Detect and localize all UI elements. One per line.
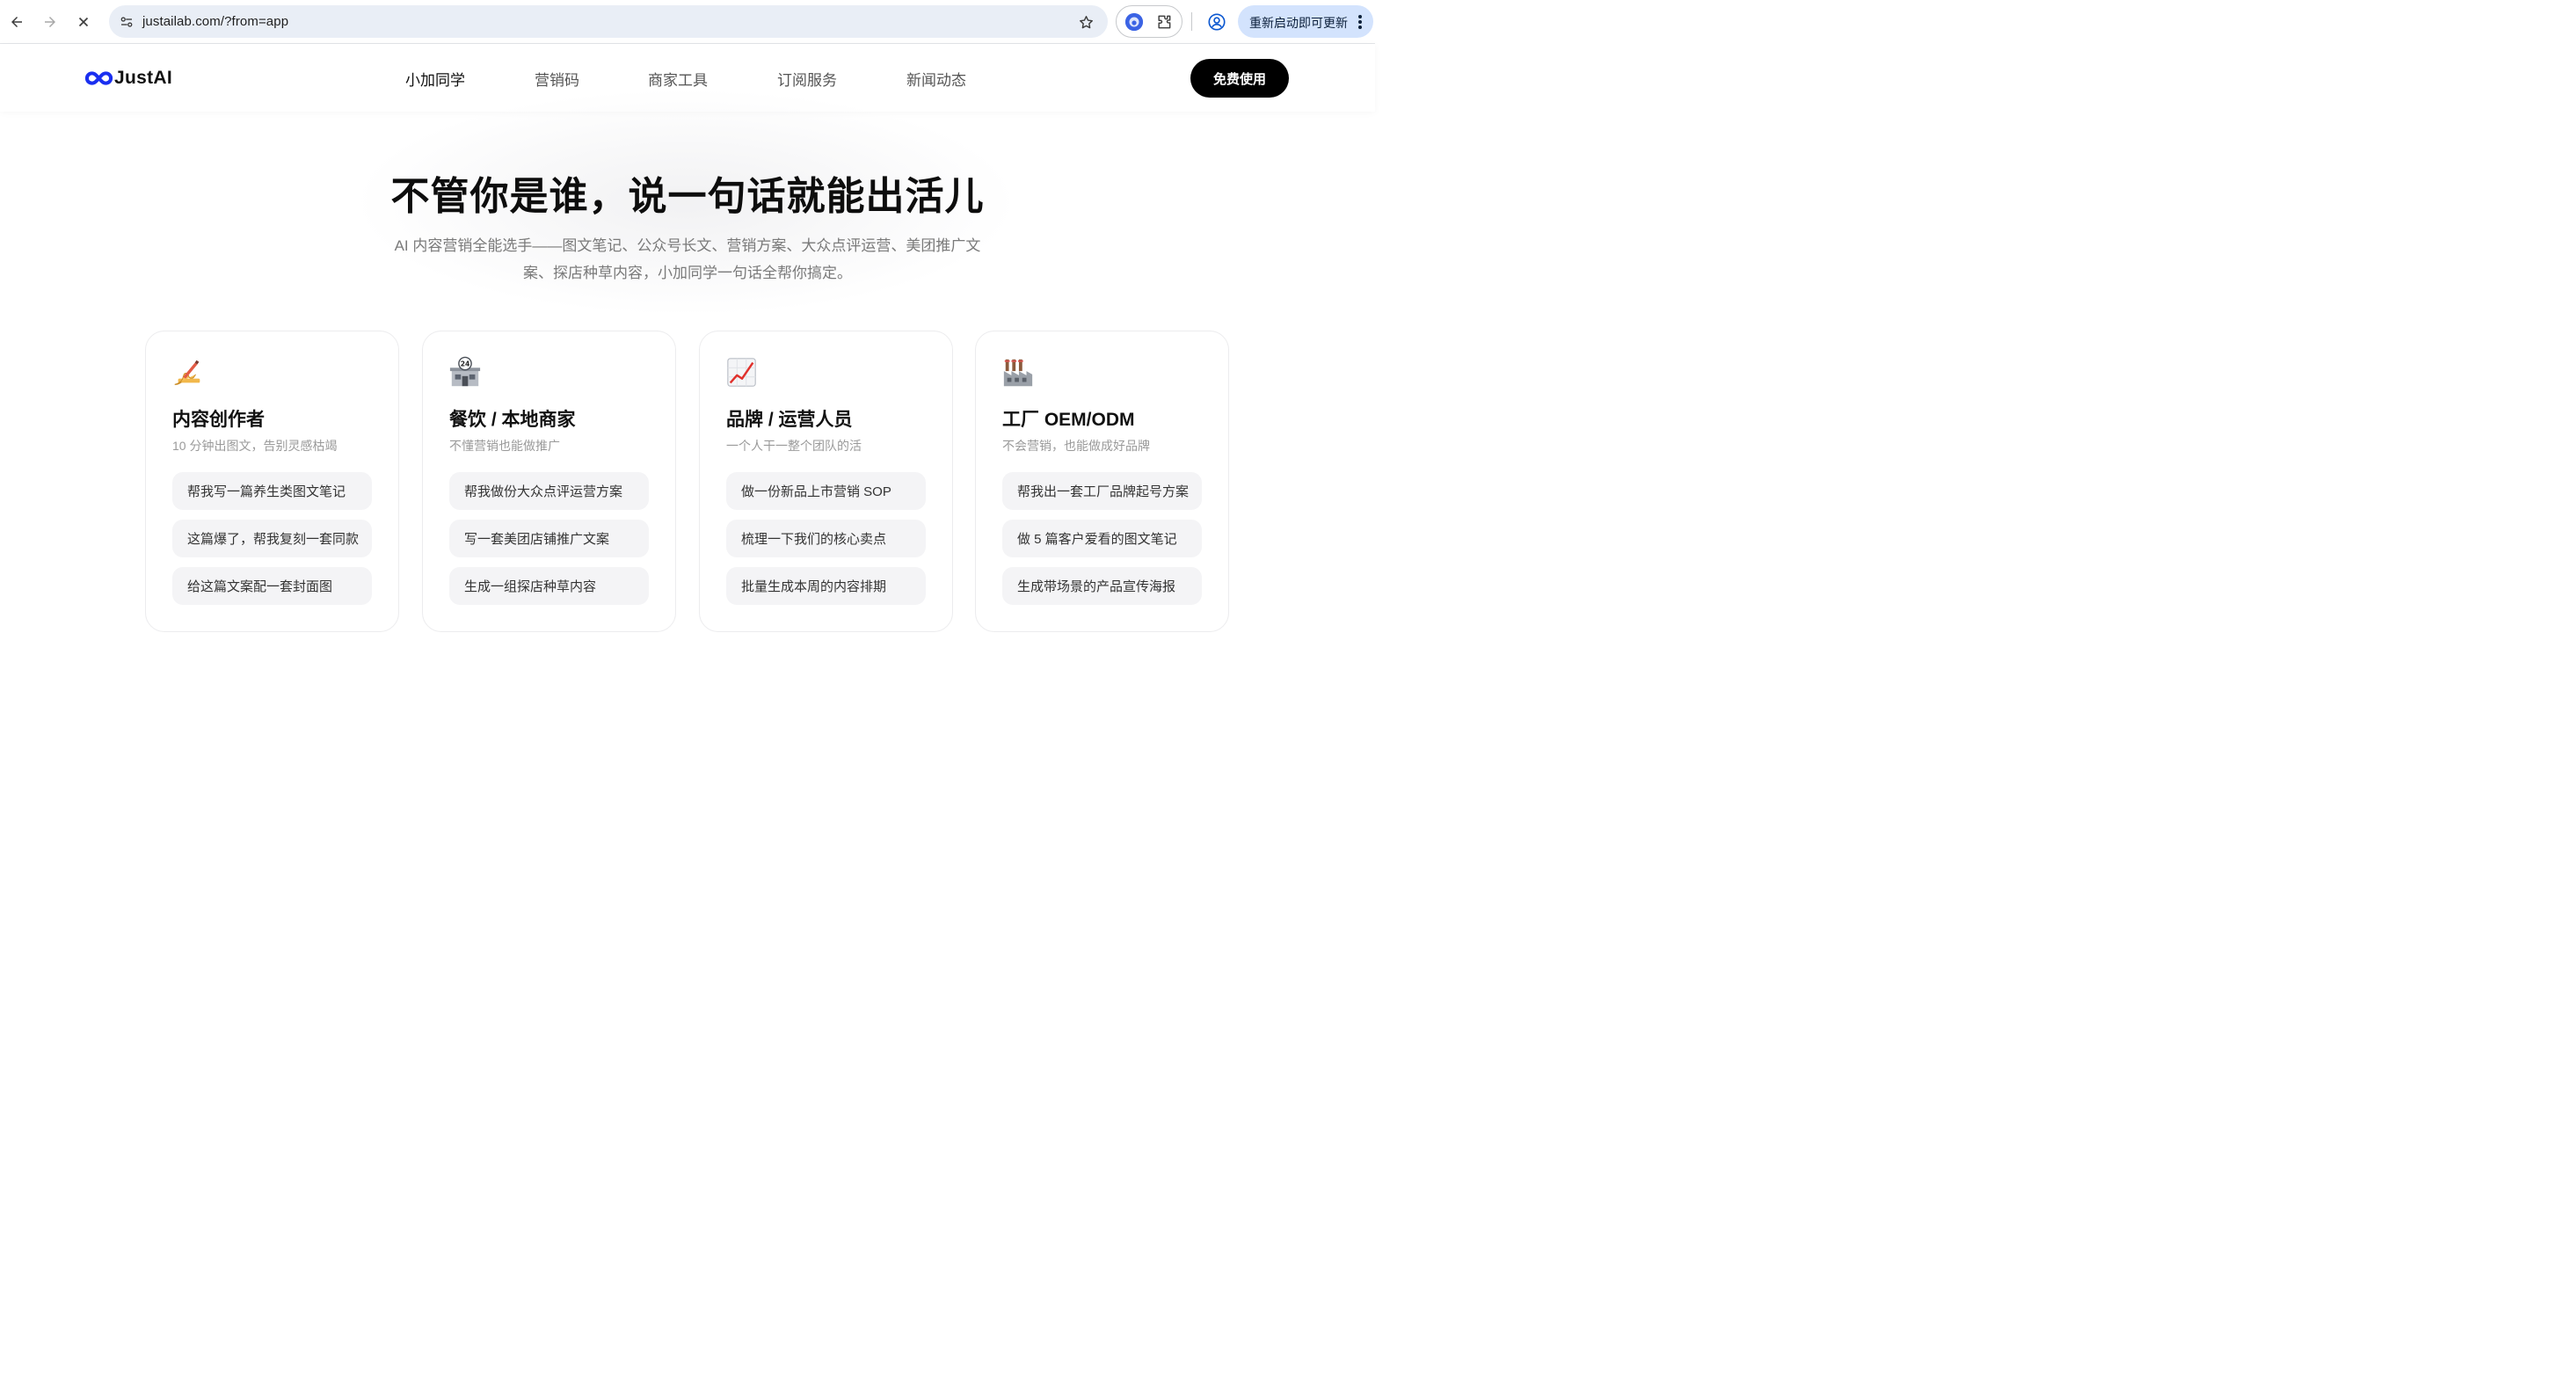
url-text[interactable]: justailab.com/?from=app [142,14,288,29]
nav-merchant-tools[interactable]: 商家工具 [648,68,708,90]
prompt-chip[interactable]: 帮我出一套工厂品牌起号方案 [1002,472,1202,510]
extensions-menu-button[interactable] [1155,13,1173,31]
card-description: 一个人干一整个团队的活 [726,439,862,453]
prompt-chip[interactable]: 写一套美团店铺推广文案 [449,520,649,557]
card-title: 工厂 OEM/ODM [1002,410,1135,430]
hero-title: 不管你是谁，说一句话就能出活儿 [390,175,985,218]
site-info-icon [120,17,133,27]
update-chrome-button[interactable]: 重新启动即可更新 [1238,5,1373,38]
card-title: 内容创作者 [172,410,265,430]
back-button[interactable] [5,11,28,33]
audience-card-brand-ops: 品牌 / 运营人员 一个人干一整个团队的活 做一份新品上市营销 SOP 梳理一下… [699,331,953,632]
nav-marketing-code[interactable]: 营销码 [535,68,579,90]
prompt-chip[interactable]: 给这篇文案配一套封面图 [172,567,372,605]
prompt-chip[interactable]: 帮我做份大众点评运营方案 [449,472,649,510]
factory-icon [1003,359,1033,387]
svg-text:24: 24 [461,360,470,367]
free-use-button[interactable]: 免费使用 [1190,59,1289,98]
audience-card-factory: 工厂 OEM/ODM 不会营销，也能做成好品牌 帮我出一套工厂品牌起号方案 做 … [975,331,1229,632]
bookmark-button[interactable] [1076,12,1095,32]
extensions-group [1116,5,1182,38]
back-arrow-icon [11,17,22,27]
card-title: 品牌 / 运营人员 [726,410,853,430]
prompt-chip[interactable]: 做 5 篇客户爱看的图文笔记 [1002,520,1202,557]
card-title: 餐饮 / 本地商家 [449,410,576,430]
hero-subtitle-line2: 案、探店种草内容，小加同学一句话全帮你搞定。 [523,265,852,281]
card-description: 不懂营销也能做推广 [449,439,560,453]
prompt-chip[interactable]: 生成一组探店种草内容 [449,567,649,605]
audience-card-creator: 内容创作者 10 分钟出图文，告别灵感枯竭 帮我写一篇养生类图文笔记 这篇爆了，… [145,331,399,632]
convenience-store-icon: 24 [449,356,481,387]
prompt-chip[interactable]: 梳理一下我们的核心卖点 [726,520,926,557]
forward-arrow-icon [45,17,55,27]
writing-hand-icon [174,360,200,385]
prompt-chip[interactable]: 做一份新品上市营销 SOP [726,472,926,510]
hero-subtitle-line1: AI 内容营销全能选手——图文笔记、公众号长文、营销方案、大众点评运营、美团推广… [394,237,981,254]
audience-card-local-merchant: 24 餐饮 / 本地商家 不懂营销也能做推广 帮我做份大众点评运营方案 写一套美… [422,331,676,632]
puzzle-extensions-icon [1158,15,1171,29]
card-description: 不会营销，也能做成好品牌 [1002,439,1150,453]
chart-increasing-icon [727,358,756,387]
profile-button[interactable] [1206,11,1227,33]
toolbar-divider [1191,12,1192,31]
prompt-chip[interactable]: 帮我写一篇养生类图文笔记 [172,472,372,510]
more-vert-icon[interactable] [1356,13,1364,31]
profile-icon [1208,13,1226,31]
site-info-button[interactable] [116,11,137,33]
nav-news[interactable]: 新闻动态 [906,68,966,90]
prompt-chip[interactable]: 批量生成本周的内容排期 [726,567,926,605]
nav-subscription[interactable]: 订阅服务 [777,68,837,90]
extension-icon [1125,13,1143,31]
update-label: 重新启动即可更新 [1249,16,1348,30]
stop-loading-icon [78,17,89,27]
nav-xiaojia[interactable]: 小加同学 [405,68,465,90]
bookmark-star-icon [1079,15,1093,28]
browser-toolbar: justailab.com/?from=app 重新启动即可更新 [0,0,1375,44]
card-description: 10 分钟出图文，告别灵感枯竭 [172,439,338,453]
stop-loading-button[interactable] [72,11,95,33]
extension-button[interactable] [1125,13,1143,31]
prompt-chip[interactable]: 生成带场景的产品宣传海报 [1002,567,1202,605]
forward-button[interactable] [39,11,62,33]
address-bar[interactable]: justailab.com/?from=app [109,5,1108,38]
prompt-chip[interactable]: 这篇爆了，帮我复刻一套同款 [172,520,372,557]
